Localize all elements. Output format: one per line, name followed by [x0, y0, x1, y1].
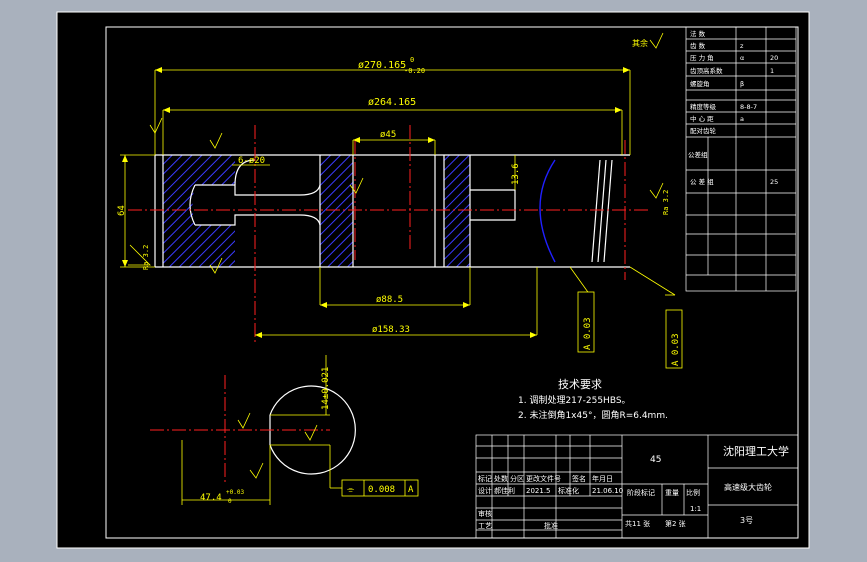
svg-text:⌯: ⌯: [347, 485, 355, 495]
svg-text:齿顶高系数: 齿顶高系数: [690, 66, 723, 75]
scale-value: 1:1: [690, 505, 701, 513]
tech-req-item-1: 1. 调制处理217-255HBS。: [518, 394, 631, 406]
dim-holes: 6-ø20: [238, 156, 265, 166]
svg-text:郝佳利: 郝佳利: [494, 486, 515, 495]
svg-text:设计: 设计: [478, 486, 492, 495]
svg-text:2021.5: 2021.5: [526, 487, 551, 495]
svg-text:21.06.10: 21.06.10: [592, 487, 623, 495]
svg-text:处数: 处数: [494, 474, 508, 483]
drawing-number: 3号: [740, 516, 753, 525]
svg-text:签名: 签名: [572, 474, 586, 483]
svg-text:中 心 距: 中 心 距: [690, 114, 714, 123]
rough-label-right: Ra 3.2: [662, 190, 670, 215]
svg-text:A: A: [408, 485, 414, 495]
scale-label: 比例: [686, 488, 700, 497]
dim-keyway-tol-lower: 0: [228, 498, 232, 505]
svg-text:法 数: 法 数: [690, 29, 706, 38]
svg-text:齿 数: 齿 数: [690, 41, 706, 50]
sheets-total: 共11 张: [625, 519, 650, 528]
dim-13-6: 13.6: [511, 163, 521, 185]
svg-text:更改文件号: 更改文件号: [526, 474, 561, 483]
svg-text:A 0.03: A 0.03: [671, 333, 681, 366]
svg-text:α: α: [740, 54, 744, 62]
svg-text:A 0.03: A 0.03: [583, 317, 593, 350]
svg-text:25: 25: [770, 178, 778, 186]
dim-overall-tol-upper: 0: [410, 56, 414, 64]
svg-text:分区: 分区: [510, 474, 524, 483]
svg-text:1: 1: [770, 67, 774, 75]
material: 45: [650, 455, 661, 465]
revision-header-row: 标记 处数 分区 更改文件号 签名 年月日: [478, 474, 613, 483]
svg-text:标准化: 标准化: [558, 486, 579, 495]
svg-text:a: a: [740, 115, 744, 123]
svg-text:精度等级: 精度等级: [690, 102, 717, 111]
dim-height-64: 64: [117, 205, 127, 216]
dim-overall-tol-lower: -0.20: [404, 67, 425, 75]
stage-label: 阶段标记: [627, 488, 655, 497]
dim-bore-88-5: ø88.5: [376, 295, 403, 305]
tech-req-item-2: 2. 未注倒角1x45°，圆角R=6.4mm.: [518, 409, 668, 421]
datum-box-2: A 0.03: [665, 309, 683, 369]
svg-text:z: z: [740, 42, 744, 50]
process-label: 工艺: [478, 522, 492, 530]
dim-keyway-depth: 14±0.021: [321, 367, 331, 410]
sheet-background: [57, 12, 809, 548]
svg-text:0.008: 0.008: [368, 485, 395, 495]
svg-text:公 差 组: 公 差 组: [690, 177, 714, 186]
approve-label: 批准: [544, 521, 558, 530]
tech-req-title: 技术要求: [558, 378, 602, 391]
dim-bore-158-33: ø158.33: [372, 325, 410, 335]
dim-keyway-tol-upper: +0.03: [226, 489, 244, 496]
svg-text:标记: 标记: [478, 474, 492, 483]
datum-box-1: A 0.03: [577, 291, 595, 353]
rough-label-left: Ra 3.2: [142, 245, 150, 270]
dim-bore-45: ø45: [380, 130, 396, 140]
svg-text:8-8-7: 8-8-7: [740, 103, 757, 111]
dim-inner-length: ø264.165: [368, 97, 416, 108]
svg-text:螺旋角: 螺旋角: [690, 79, 710, 88]
university-name: 沈阳理工大学: [723, 444, 789, 458]
review-label: 审核: [478, 509, 492, 518]
svg-text:年月日: 年月日: [592, 474, 613, 483]
other-rough-label: 其余: [632, 38, 648, 48]
svg-text:20: 20: [770, 54, 778, 62]
feature-control-frame: ⌯ 0.008 A: [341, 479, 419, 497]
part-name: 高速级大齿轮: [724, 482, 772, 492]
svg-text:公差组: 公差组: [688, 150, 708, 159]
weight-label: 重量: [665, 489, 679, 497]
dim-keyway-width: 47.4: [200, 493, 222, 503]
dim-overall-length: ø270.165: [358, 60, 406, 71]
svg-text:β: β: [740, 80, 744, 88]
sheet-number: 第2 张: [665, 519, 686, 528]
svg-text:配对齿轮: 配对齿轮: [690, 126, 717, 135]
cad-drawing: ø270.165 0 -0.20 ø264.165 ø45 6-ø20 64 1…: [0, 0, 867, 562]
svg-text:压 力 角: 压 力 角: [690, 53, 714, 62]
